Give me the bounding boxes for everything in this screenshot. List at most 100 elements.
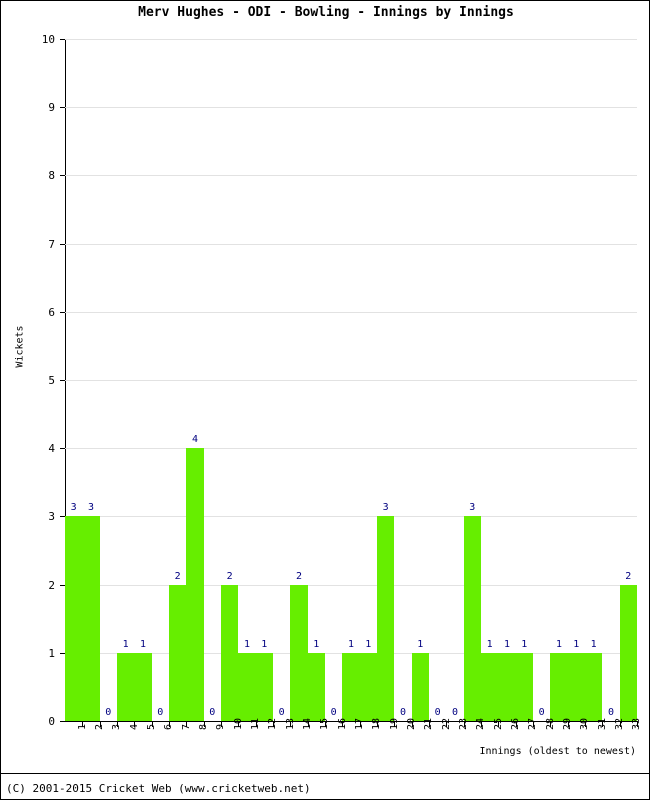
bar [481, 652, 499, 721]
bar [550, 652, 568, 721]
bar-value-label: 0 [209, 707, 216, 718]
x-axis-tick-label: 2 [94, 723, 105, 730]
x-axis-tick-label: 3 [111, 723, 123, 730]
bar [238, 652, 256, 721]
bar [82, 516, 100, 721]
x-axis-tick-label: 6 [163, 723, 175, 730]
bar [463, 516, 481, 721]
y-axis-tick [60, 516, 65, 518]
x-axis-tick-label: 30 [579, 717, 591, 730]
x-axis-tick-label: 20 [406, 717, 417, 730]
y-axis-tick [60, 584, 65, 586]
y-axis-tick-label: 4 [48, 442, 55, 456]
bar-value-label: 1 [555, 638, 562, 650]
bar-value-label: 0 [538, 707, 545, 718]
bar [585, 652, 603, 721]
x-axis-tick-label: 33 [631, 717, 643, 730]
bar-value-label: 1 [486, 638, 493, 650]
y-axis-tick-label: 0 [48, 715, 55, 728]
chart-title: Merv Hughes - ODI - Bowling - Innings by… [138, 5, 514, 20]
y-axis-tick [60, 652, 65, 654]
bar-value-label: 1 [261, 638, 268, 650]
x-axis-tick-label: 28 [544, 717, 556, 730]
bar [255, 652, 273, 721]
bar-value-label: 1 [313, 638, 320, 650]
gridline [65, 448, 637, 450]
gridline [65, 39, 637, 40]
bar [567, 652, 585, 721]
x-axis-tick-label: 32 [614, 717, 625, 730]
bar [169, 584, 187, 721]
bar-value-label: 1 [417, 638, 424, 650]
bar-value-label: 2 [226, 570, 233, 582]
bar [221, 584, 239, 721]
gridline [65, 107, 637, 109]
x-axis-tick-label: 24 [475, 717, 487, 730]
x-axis-tick-label: 15 [319, 717, 331, 730]
bar-value-label: 1 [365, 638, 372, 650]
bar-value-label: 0 [105, 707, 112, 718]
x-axis-tick-label: 4 [128, 723, 140, 730]
y-axis-tick [60, 311, 65, 313]
x-axis-tick-label: 13 [284, 717, 296, 730]
gridline [65, 380, 637, 381]
gridline [65, 243, 637, 245]
y-axis-tick [60, 107, 65, 109]
y-axis-tick-label: 2 [48, 578, 55, 592]
bowling-innings-chart: Merv Hughes - ODI - Bowling - Innings by… [0, 0, 650, 800]
bar [498, 652, 516, 721]
bar [65, 516, 83, 721]
bar [359, 652, 377, 721]
x-axis-tick-label: 16 [336, 717, 348, 730]
x-axis-tick-label: 5 [146, 723, 157, 730]
bar [186, 448, 204, 721]
x-axis-tick-label: 21 [423, 717, 435, 730]
y-axis-tick [60, 243, 65, 245]
plot-area: 330110240211021011301003111011102 [65, 39, 637, 721]
x-axis-tick-label: 26 [510, 717, 521, 730]
bar-value-label: 4 [191, 434, 198, 446]
bar [290, 584, 308, 721]
gridline [65, 516, 637, 518]
bar-value-label: 1 [573, 638, 580, 650]
x-axis-tick-label: 27 [527, 717, 539, 730]
y-axis-tick-label: 10 [41, 33, 55, 46]
bar-value-label: 0 [157, 707, 164, 718]
y-axis-tick-label: 3 [48, 510, 55, 524]
bar-value-label: 1 [243, 638, 250, 650]
x-axis-tick-label: 29 [562, 717, 573, 730]
x-axis-tick-label: 14 [302, 717, 313, 730]
x-axis-tick-label: 22 [440, 717, 452, 730]
bar-value-label: 0 [278, 707, 285, 718]
y-axis-tick-label: 6 [48, 305, 55, 319]
x-axis-title: Innings (oldest to newest) [479, 746, 636, 757]
bar-value-label: 0 [399, 707, 406, 718]
bar-value-label: 3 [87, 502, 94, 514]
bar-value-label: 2 [174, 570, 181, 582]
y-axis-tick-label: 1 [48, 646, 55, 660]
bar [515, 652, 533, 721]
gridline [65, 175, 637, 177]
x-axis-tick-label: 9 [215, 723, 227, 730]
y-axis-tick-label: 5 [48, 374, 55, 387]
x-axis-tick-label: 1 [76, 723, 88, 730]
bar-value-label: 3 [469, 502, 476, 514]
bar-value-label: 3 [382, 502, 389, 514]
bar-value-label: 1 [347, 638, 354, 650]
y-axis-tick-label: 8 [48, 169, 55, 183]
bar [134, 652, 152, 721]
y-axis-tick [60, 380, 65, 381]
y-axis-tick-label: 9 [48, 101, 55, 115]
x-axis-tick-label: 31 [596, 717, 608, 730]
gridline [65, 584, 637, 586]
x-axis-tick-label: 7 [180, 723, 192, 730]
x-axis-tick-label: 11 [250, 717, 261, 730]
footer-separator [1, 773, 649, 774]
bar [307, 652, 325, 721]
x-axis-tick-label: 19 [388, 717, 400, 730]
y-axis-tick [60, 448, 65, 450]
bar-value-label: 1 [521, 638, 528, 650]
bar [117, 652, 135, 721]
bar-value-label: 2 [625, 570, 632, 582]
x-axis-tick-label: 10 [232, 717, 244, 730]
